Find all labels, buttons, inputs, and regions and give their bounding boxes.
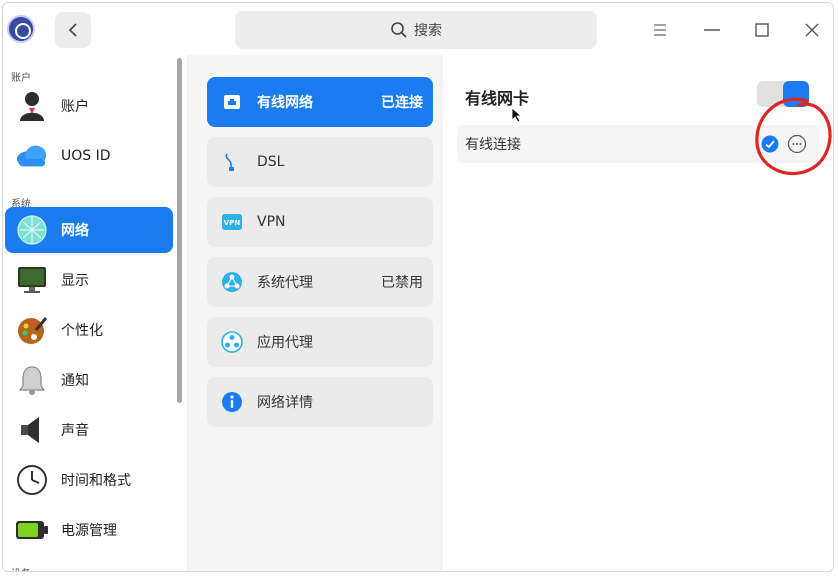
check-circle-icon: [761, 135, 779, 153]
section-label-device: 设备: [11, 565, 31, 571]
sidebar-scrollbar[interactable]: [177, 58, 182, 403]
sidebar-item-label: UOS ID: [61, 148, 111, 164]
back-button[interactable]: [55, 12, 91, 48]
minimize-icon: [704, 29, 720, 31]
sidebar-item-label: 电源管理: [61, 523, 117, 539]
maximize-button[interactable]: [745, 13, 779, 47]
network-item-label: VPN: [257, 214, 286, 230]
svg-text:VPN: VPN: [224, 219, 241, 227]
sidebar-item-label: 时间和格式: [61, 473, 131, 489]
menu-button[interactable]: [643, 13, 677, 47]
sidebar-item-display[interactable]: 显示: [5, 257, 173, 303]
chevron-left-icon: [68, 23, 77, 37]
app-proxy-icon: [221, 331, 243, 353]
sidebar-item-notification[interactable]: 通知: [5, 357, 173, 403]
sidebar-item-personalization[interactable]: 个性化: [5, 307, 173, 353]
info-icon: [221, 391, 243, 413]
minimize-button[interactable]: [695, 13, 729, 47]
vpn-icon: VPN: [221, 211, 243, 233]
network-item-vpn[interactable]: VPN VPN: [207, 197, 433, 247]
title-bar: 搜索: [3, 3, 833, 55]
network-item-wired[interactable]: 有线网络 已连接: [207, 77, 433, 127]
network-globe-icon: [15, 213, 49, 247]
battery-icon: [15, 513, 49, 547]
connection-row-wired[interactable]: 有线连接: [457, 125, 819, 163]
network-item-status: 已连接: [381, 95, 423, 111]
dsl-plug-icon: [221, 151, 243, 173]
wired-network-icon: [221, 91, 243, 113]
sidebar-item-label: 声音: [61, 423, 89, 439]
network-item-system-proxy[interactable]: 系统代理 已禁用: [207, 257, 433, 307]
search-input[interactable]: 搜索: [235, 11, 597, 49]
network-item-label: 有线网络: [257, 95, 313, 111]
network-item-label: 系统代理: [257, 275, 313, 291]
system-proxy-icon: [221, 271, 243, 293]
network-item-details[interactable]: 网络详情: [207, 377, 433, 427]
sidebar: 账户 账户 UOS ID 系统 网络 显示 个性化 通知 声音 时间和格式 电源…: [3, 55, 185, 571]
speaker-icon: [15, 413, 49, 447]
maximize-icon: [755, 23, 769, 37]
sidebar-item-label: 显示: [61, 273, 89, 289]
palette-icon: [15, 313, 49, 347]
network-item-label: 网络详情: [257, 395, 313, 411]
sidebar-item-account[interactable]: 账户: [5, 83, 173, 129]
network-menu-panel: 有线网络 已连接 DSL VPN VPN 系统代理 已禁用 应用代理 网络详情: [187, 55, 443, 571]
sidebar-item-sound[interactable]: 声音: [5, 407, 173, 453]
network-item-label: 应用代理: [257, 335, 313, 351]
wired-detail-panel: 有线网卡 有线连接: [443, 55, 833, 571]
sidebar-item-network[interactable]: 网络: [5, 207, 173, 253]
control-center-window: 搜索 账户 账户 UOS ID 系统 网络 显示 个性化 通知 声音 时间和格式…: [2, 2, 834, 572]
search-placeholder: 搜索: [414, 23, 442, 39]
search-icon: [391, 22, 407, 38]
adapter-title: 有线网卡: [465, 89, 530, 108]
sidebar-item-time-format[interactable]: 时间和格式: [5, 457, 173, 503]
mouse-cursor-icon: [511, 107, 523, 123]
section-label-account: 账户: [11, 73, 31, 84]
network-item-label: DSL: [257, 154, 285, 170]
network-item-dsl[interactable]: DSL: [207, 137, 433, 187]
user-avatar-icon: [15, 89, 49, 123]
connection-label: 有线连接: [465, 137, 521, 153]
sidebar-item-label: 账户: [61, 99, 89, 115]
sidebar-item-uos-id[interactable]: UOS ID: [5, 133, 173, 179]
network-item-app-proxy[interactable]: 应用代理: [207, 317, 433, 367]
sidebar-item-label: 网络: [61, 223, 89, 239]
close-icon: [805, 23, 819, 37]
sidebar-item-label: 通知: [61, 373, 89, 389]
cloud-icon: [15, 139, 49, 173]
app-logo-icon: [7, 15, 35, 43]
close-button[interactable]: [795, 13, 829, 47]
more-options-icon[interactable]: [787, 134, 807, 154]
clock-icon: [15, 463, 49, 497]
network-item-status: 已禁用: [381, 275, 423, 291]
display-monitor-icon: [15, 263, 49, 297]
sidebar-item-power[interactable]: 电源管理: [5, 507, 173, 553]
sidebar-item-label: 个性化: [61, 323, 103, 339]
toggle-knob: [783, 81, 809, 107]
adapter-toggle-switch[interactable]: [757, 81, 809, 107]
bell-icon: [15, 363, 49, 397]
hamburger-menu-icon: [654, 24, 666, 36]
